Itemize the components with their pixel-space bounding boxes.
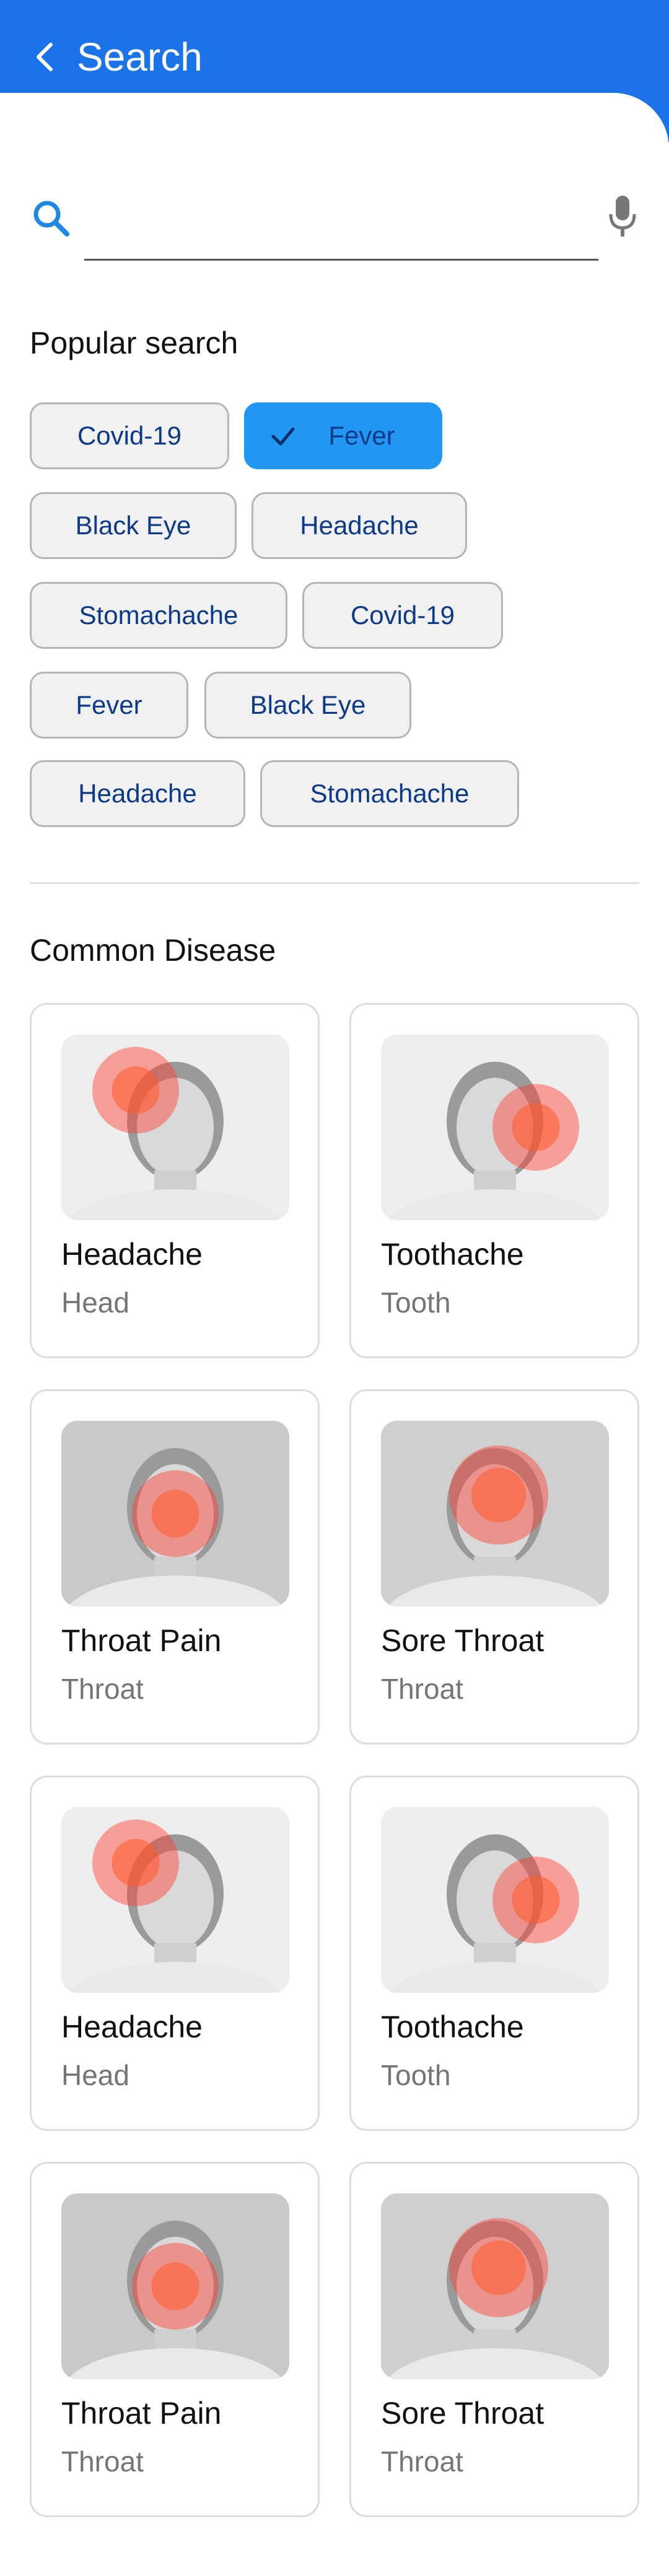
- chip-label: Covid-19: [77, 421, 182, 450]
- chevron-left-icon: [37, 43, 53, 71]
- disease-name: Throat Pain: [61, 1623, 222, 1658]
- common-disease-title: Common Disease: [30, 933, 276, 968]
- disease-name: Sore Throat: [381, 2396, 544, 2431]
- disease-image-frame: [61, 1421, 289, 1607]
- disease-card-toothache[interactable]: Toothache Tooth: [349, 1003, 639, 1358]
- disease-image: [61, 1034, 289, 1220]
- mic-icon[interactable]: [606, 193, 639, 239]
- chip-stomachache[interactable]: Stomachache: [260, 760, 519, 827]
- disease-card-throat-pain[interactable]: Throat Pain Throat: [30, 1389, 320, 1745]
- popular-search-title: Popular search: [30, 326, 238, 360]
- chip-label: Covid-19: [350, 601, 455, 630]
- disease-name: Sore Throat: [381, 1623, 544, 1658]
- disease-body-part: Throat: [61, 1673, 144, 1705]
- disease-card-toothache[interactable]: Toothache Tooth: [349, 1776, 639, 2131]
- search-bar: [0, 173, 669, 266]
- disease-body-part: Tooth: [381, 1286, 451, 1319]
- chip-black-eye[interactable]: Black Eye: [204, 672, 411, 739]
- disease-card-sore-throat[interactable]: Sore Throat Throat: [349, 2162, 639, 2517]
- section-divider: [30, 882, 639, 884]
- chip-label: Headache: [300, 511, 419, 540]
- disease-name: Headache: [61, 2010, 203, 2044]
- chip-label: Fever: [328, 421, 395, 450]
- disease-image-frame: [61, 1807, 289, 1993]
- chip-label: Black Eye: [250, 690, 366, 719]
- disease-image-frame: [381, 1807, 609, 1993]
- disease-image-frame: [381, 1421, 609, 1607]
- chip-covid-19[interactable]: Covid-19: [302, 582, 503, 649]
- search-icon[interactable]: [30, 197, 73, 240]
- disease-body-part: Throat: [381, 1673, 463, 1705]
- disease-image: [61, 1807, 289, 1993]
- disease-image: [381, 2193, 609, 2379]
- chip-label: Headache: [78, 779, 197, 808]
- disease-card-headache[interactable]: Headache Head: [30, 1776, 320, 2131]
- check-icon: [271, 427, 295, 446]
- chip-label: Stomachache: [310, 779, 470, 808]
- disease-image-frame: [381, 1034, 609, 1220]
- disease-body-part: Throat: [381, 2445, 463, 2478]
- chip-fever[interactable]: Fever: [244, 402, 442, 469]
- disease-body-part: Head: [61, 1286, 129, 1319]
- search-input[interactable]: [84, 186, 601, 248]
- chip-headache[interactable]: Headache: [251, 492, 467, 559]
- chip-black-eye[interactable]: Black Eye: [30, 492, 237, 559]
- chip-label: Stomachache: [79, 601, 238, 630]
- disease-image-frame: [61, 1034, 289, 1220]
- back-button[interactable]: [25, 31, 64, 83]
- disease-body-part: Head: [61, 2059, 129, 2091]
- disease-name: Toothache: [381, 1237, 524, 1272]
- disease-image-frame: [61, 2193, 289, 2379]
- disease-image: [61, 1421, 289, 1607]
- disease-image-frame: [381, 2193, 609, 2379]
- app-bar-curve: [0, 93, 669, 149]
- chip-fever[interactable]: Fever: [30, 672, 188, 739]
- page-title: Search: [77, 35, 203, 79]
- chip-label: Fever: [76, 690, 142, 719]
- disease-name: Headache: [61, 1237, 203, 1272]
- disease-body-part: Throat: [61, 2445, 144, 2478]
- chip-covid-19[interactable]: Covid-19: [30, 402, 229, 469]
- disease-image: [381, 1807, 609, 1993]
- disease-body-part: Tooth: [381, 2059, 451, 2091]
- disease-name: Toothache: [381, 2010, 524, 2044]
- disease-card-sore-throat[interactable]: Sore Throat Throat: [349, 1389, 639, 1745]
- search-underline: [84, 259, 598, 261]
- disease-card-headache[interactable]: Headache Head: [30, 1003, 320, 1358]
- disease-image: [61, 2193, 289, 2379]
- chip-headache[interactable]: Headache: [30, 760, 245, 827]
- chip-label: Black Eye: [75, 511, 191, 540]
- disease-image: [381, 1034, 609, 1220]
- disease-image: [381, 1421, 609, 1607]
- chip-stomachache[interactable]: Stomachache: [30, 582, 287, 649]
- disease-name: Throat Pain: [61, 2396, 222, 2431]
- disease-card-throat-pain[interactable]: Throat Pain Throat: [30, 2162, 320, 2517]
